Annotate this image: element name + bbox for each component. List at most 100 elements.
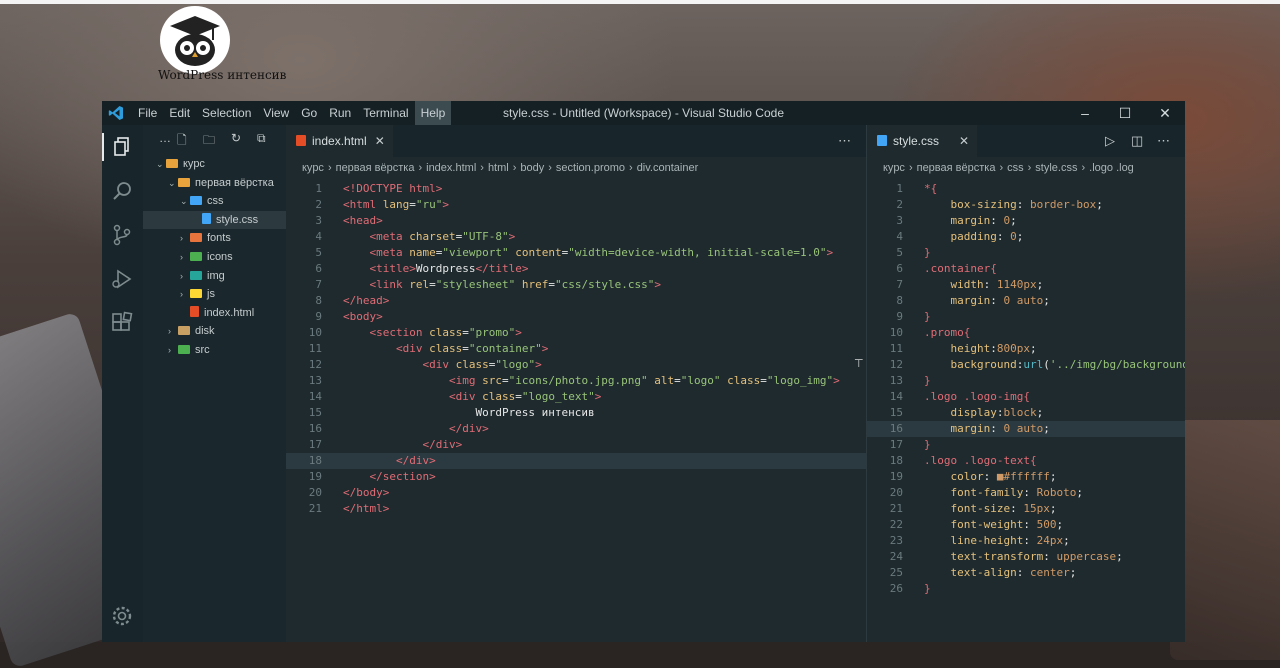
tree-item-css[interactable]: ⌄ css	[143, 192, 286, 210]
run-file-icon[interactable]: ▷	[1105, 125, 1115, 157]
code-token: "container"	[468, 342, 542, 355]
line-number: 20	[889, 486, 903, 499]
search-icon[interactable]	[110, 179, 134, 203]
code-token: ;	[1043, 422, 1050, 435]
tab-style-css[interactable]: style.css ✕	[867, 125, 978, 157]
tree-item-src[interactable]: › src	[143, 341, 286, 359]
breadcrumb-item[interactable]: div.container	[637, 162, 699, 174]
extensions-icon[interactable]	[110, 311, 134, 335]
tree-item-icons[interactable]: › icons	[143, 248, 286, 266]
breadcrumb-item[interactable]: style.css	[1035, 162, 1077, 174]
breadcrumb-item[interactable]: body	[520, 162, 544, 174]
code-text: <html lang="ru">	[343, 197, 449, 213]
tree-item-disk[interactable]: › disk	[143, 322, 286, 340]
tree-item-style-css[interactable]: style.css	[143, 210, 286, 229]
code-token: ;	[1069, 566, 1077, 579]
tree-item-label: disk	[195, 325, 215, 338]
code-token: }	[924, 310, 931, 323]
split-editor-icon[interactable]: ◫	[1131, 125, 1143, 157]
code-token: :	[1043, 550, 1057, 563]
code-line: 16 margin: 0 auto;	[867, 421, 1185, 437]
menu-item-terminal[interactable]: Terminal	[357, 101, 414, 125]
chevron-right-icon: ›	[1081, 162, 1086, 174]
more-actions-icon[interactable]: ⋯	[838, 125, 851, 157]
breadcrumb-item[interactable]: курс	[302, 162, 324, 174]
refresh-icon[interactable]: ↻	[231, 131, 241, 145]
breadcrumb-item[interactable]: css	[1007, 162, 1024, 174]
close-tab-icon[interactable]: ✕	[375, 134, 385, 148]
breadcrumb-item[interactable]: section.promo	[556, 162, 625, 174]
tab-bar-left: index.html ✕ ⋯	[286, 125, 866, 157]
tree-item-курс[interactable]: ⌄ курс	[143, 155, 286, 173]
code-line: 26}	[867, 581, 1185, 597]
code-token: "logo"	[680, 374, 721, 387]
menu-item-edit[interactable]: Edit	[163, 101, 196, 125]
code-line: 8 </head>	[286, 293, 866, 309]
code-token: </section>	[369, 470, 436, 483]
tree-item-label: index.html	[204, 306, 255, 319]
folder-icon	[190, 270, 202, 280]
new-file-icon[interactable]: 🗋	[177, 131, 187, 152]
code-line: 22 font-weight: 500;	[867, 517, 1185, 533]
code-line: 25 text-align: center;	[867, 565, 1185, 581]
code-token: >	[594, 390, 602, 403]
tab-index-html[interactable]: index.html ✕	[286, 125, 393, 157]
breadcrumb-item[interactable]: курс	[883, 162, 905, 174]
breadcrumb-item[interactable]: первая вёрстка	[336, 162, 415, 174]
menu-item-file[interactable]: File	[132, 101, 163, 125]
code-line: 6 .container{	[867, 261, 1185, 277]
close-tab-icon[interactable]: ✕	[959, 134, 969, 148]
breadcrumb-item[interactable]: index.html	[426, 162, 476, 174]
breadcrumb-item[interactable]: первая вёрстка	[917, 162, 996, 174]
settings-gear-icon[interactable]	[110, 604, 134, 628]
code-text: WordPress интенсив	[343, 405, 594, 421]
code-text: line-height: 24px;	[924, 533, 1070, 549]
minimize-icon[interactable]: –	[1065, 101, 1105, 125]
code-token: 0	[1010, 230, 1017, 243]
tree-item-fonts[interactable]: › fonts	[143, 229, 286, 247]
code-token: ;	[1056, 518, 1064, 531]
code-line: 8 margin: 0 auto;	[867, 293, 1185, 309]
source-control-icon[interactable]	[110, 223, 134, 247]
code-line: 16 </div>	[286, 421, 866, 437]
maximize-icon[interactable]: ☐	[1105, 101, 1145, 125]
code-line: 1 *{	[867, 181, 1185, 197]
more-actions-icon[interactable]: ⋯	[1157, 125, 1170, 157]
run-debug-icon[interactable]	[110, 267, 134, 291]
code-line: 13}	[867, 373, 1185, 389]
explorer-icon[interactable]	[110, 135, 134, 159]
collapse-all-icon[interactable]: ⧉	[257, 131, 266, 146]
tree-item-index-html[interactable]: index.html	[143, 304, 286, 322]
breadcrumb-item[interactable]: .logo .log	[1089, 162, 1134, 174]
code-line: 5 <meta name="viewport" content="width=d…	[286, 245, 866, 261]
code-line: 11 height:800px;	[867, 341, 1185, 357]
code-token: width	[950, 278, 984, 291]
owl-logo-icon	[160, 6, 230, 74]
tab-label: index.html	[312, 134, 367, 148]
menu-item-help[interactable]: Help	[414, 101, 452, 125]
menu-item-go[interactable]: Go	[295, 101, 323, 125]
menu-item-run[interactable]: Run	[323, 101, 357, 125]
new-folder-icon[interactable]: 🗀	[203, 131, 215, 152]
close-icon[interactable]: ✕	[1145, 101, 1185, 125]
line-number: 6	[315, 262, 322, 275]
menu-item-view[interactable]: View	[257, 101, 295, 125]
code-line: 19 </section>	[286, 469, 866, 485]
chevron-right-icon: ›	[180, 233, 183, 244]
code-token: block	[1003, 406, 1037, 419]
line-number: 10	[308, 326, 322, 339]
code-token: padding	[950, 230, 997, 243]
tree-item-img[interactable]: › img	[143, 267, 286, 285]
code-line: 9}	[867, 309, 1185, 325]
line-number: 20	[308, 486, 322, 499]
more-actions-icon[interactable]: …	[159, 131, 171, 145]
code-token: }	[924, 438, 931, 451]
tree-item-первая-вёрстка[interactable]: ⌄ первая вёрстка	[143, 174, 286, 192]
breadcrumb-item[interactable]: html	[488, 162, 509, 174]
menu-item-selection[interactable]: Selection	[196, 101, 257, 125]
tree-item-js[interactable]: › js	[143, 285, 286, 303]
